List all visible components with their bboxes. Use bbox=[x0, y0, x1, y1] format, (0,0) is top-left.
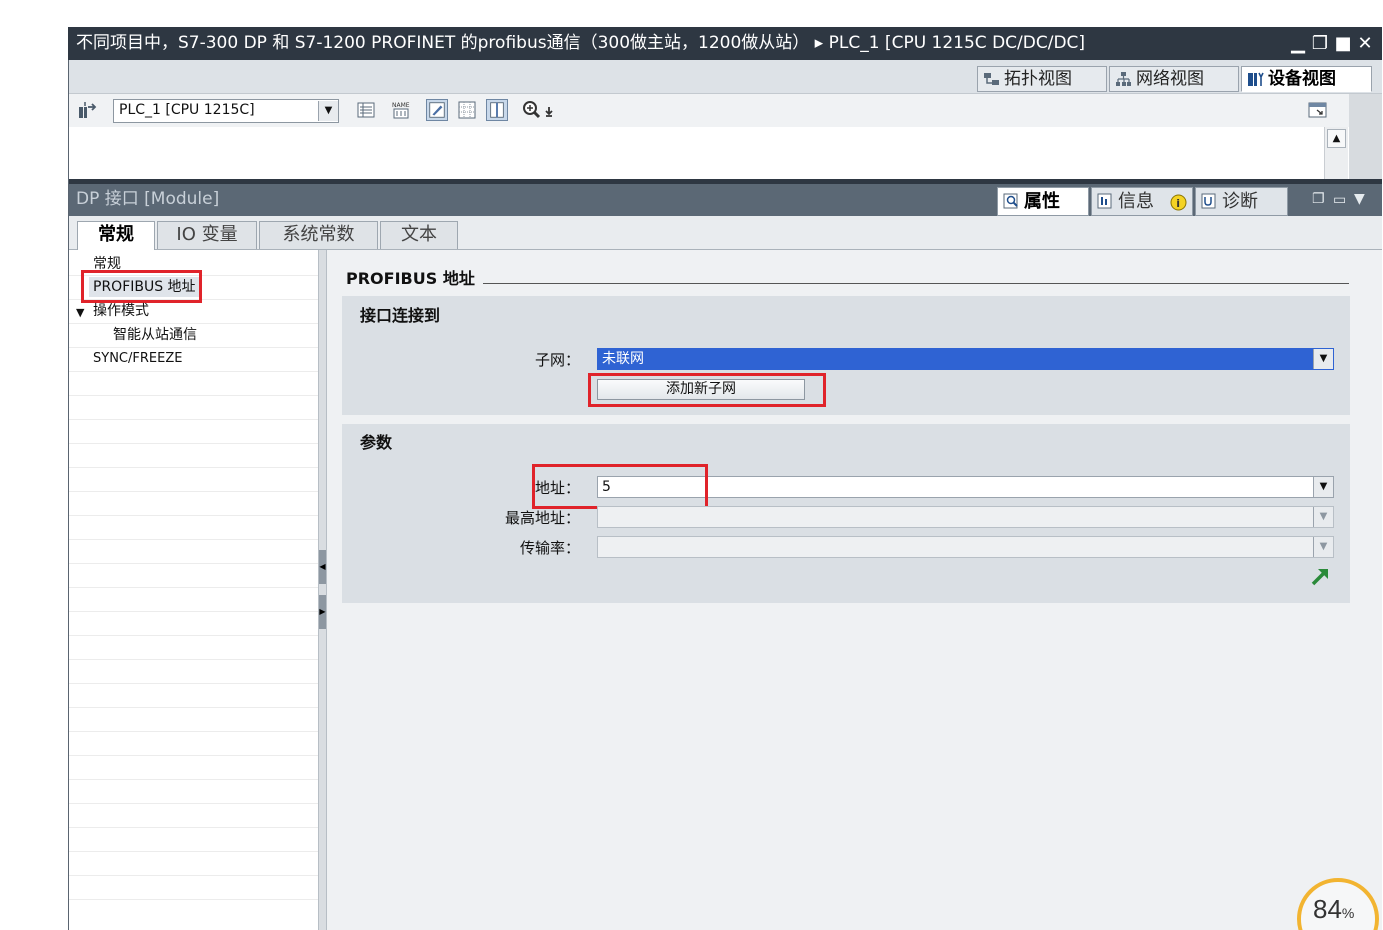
scroll-up-icon[interactable]: ▲ bbox=[1327, 129, 1346, 148]
svg-text:NAME: NAME bbox=[392, 102, 410, 109]
baud-rate-field: ▼ bbox=[597, 536, 1334, 558]
draw-edit-icon[interactable] bbox=[426, 99, 448, 121]
tab-info-label: 信息 bbox=[1118, 191, 1154, 212]
tab-network-label: 网络视图 bbox=[1136, 69, 1204, 89]
tab-device-view[interactable]: 设备视图 bbox=[1241, 66, 1372, 92]
subtab-general[interactable]: 常规 bbox=[77, 221, 155, 251]
svg-text:i: i bbox=[1176, 197, 1180, 210]
device-overview-icon[interactable] bbox=[355, 99, 377, 121]
device-change-icon[interactable] bbox=[76, 99, 98, 121]
collapse-pane-icon[interactable]: ▼ bbox=[1354, 188, 1374, 210]
restore-icon[interactable]: ❐ bbox=[1309, 27, 1331, 60]
window-title: 不同项目中，S7-300 DP 和 S7-1200 PROFINET 的prof… bbox=[68, 27, 1382, 60]
close-icon[interactable]: ✕ bbox=[1354, 27, 1376, 60]
device-view-icon bbox=[1248, 72, 1264, 86]
minimize-icon[interactable]: ▁ bbox=[1287, 27, 1309, 60]
float-icon[interactable]: ❐ bbox=[1312, 188, 1330, 210]
chevron-down-icon[interactable]: ▼ bbox=[1313, 349, 1333, 369]
highlight-add-subnet bbox=[588, 373, 826, 407]
tab-device-label: 设备视图 bbox=[1268, 69, 1336, 89]
nav-item-i-slave-comm[interactable]: 智能从站通信 bbox=[113, 325, 197, 345]
zoom-value: 84 bbox=[1313, 894, 1342, 924]
diagnostics-icon bbox=[1201, 193, 1216, 209]
chevron-down-icon[interactable]: ▼ bbox=[1313, 477, 1333, 497]
tab-diagnostics[interactable]: 诊断 bbox=[1195, 187, 1288, 216]
subnet-label: 子网： bbox=[534, 351, 580, 369]
baud-rate-label: 传输率： bbox=[519, 539, 580, 557]
tab-info[interactable]: 信息 i bbox=[1091, 187, 1193, 216]
right-dock-strip bbox=[1349, 94, 1382, 180]
tab-properties-label: 属性 bbox=[1024, 191, 1060, 212]
goto-arrow-icon[interactable] bbox=[1310, 565, 1332, 587]
subtab-system-constants[interactable]: 系统常数 bbox=[259, 221, 378, 249]
maximize-icon[interactable]: ■ bbox=[1332, 27, 1354, 60]
chevron-down-icon: ▼ bbox=[1313, 537, 1333, 557]
overview-panel-icon[interactable] bbox=[1307, 100, 1329, 120]
nav-item-operating-mode[interactable]: 操作模式 bbox=[93, 301, 149, 321]
parameters-section-title: 参数 bbox=[360, 433, 393, 452]
highest-address-label: 最高地址： bbox=[504, 509, 580, 527]
subnet-value: 未联网 bbox=[602, 351, 644, 367]
network-view-icon bbox=[1116, 72, 1131, 86]
collapse-left-icon[interactable]: ◀ bbox=[319, 550, 326, 584]
show-names-icon[interactable]: NAME bbox=[390, 99, 412, 121]
canvas-scrollbar[interactable]: ▲ bbox=[1324, 127, 1348, 179]
device-canvas[interactable] bbox=[69, 127, 1324, 179]
highest-address-field: ▼ bbox=[597, 506, 1334, 528]
device-select[interactable]: PLC_1 [CPU 1215C] ▼ bbox=[113, 99, 339, 123]
highlight-address bbox=[532, 464, 708, 509]
minimize-pane-icon[interactable]: ▭ bbox=[1333, 188, 1349, 210]
heading-rule bbox=[483, 283, 1349, 284]
highlight-profibus-address bbox=[81, 270, 202, 303]
expand-triangle-icon[interactable]: ▼ bbox=[76, 303, 84, 323]
expand-right-icon[interactable]: ▶ bbox=[319, 595, 326, 629]
device-select-value: PLC_1 [CPU 1215C] bbox=[119, 102, 255, 118]
zoom-badge[interactable]: 84% bbox=[1297, 878, 1379, 930]
interface-section-title: 接口连接到 bbox=[360, 306, 441, 325]
tab-properties[interactable]: 属性 bbox=[997, 187, 1089, 216]
chevron-down-icon[interactable]: ▼ bbox=[318, 101, 338, 121]
topology-view-icon bbox=[984, 73, 999, 85]
tab-network-view[interactable]: 网络视图 bbox=[1109, 66, 1239, 92]
subnet-select[interactable]: 未联网 ▼ bbox=[597, 348, 1334, 370]
chevron-down-icon: ▼ bbox=[1313, 507, 1333, 527]
tab-topology-view[interactable]: 拓扑视图 bbox=[977, 66, 1107, 92]
properties-icon bbox=[1003, 193, 1018, 209]
page-break-icon[interactable] bbox=[486, 99, 508, 121]
info-badge-icon: i bbox=[1170, 194, 1187, 211]
nav-item-sync-freeze[interactable]: SYNC/FREEZE bbox=[93, 349, 182, 369]
nav-splitter[interactable]: ◀ ▶ bbox=[318, 250, 327, 930]
page-title: PROFIBUS 地址 bbox=[346, 269, 475, 288]
info-tab-icon bbox=[1097, 193, 1112, 209]
zoom-unit: % bbox=[1341, 905, 1355, 921]
subtab-texts[interactable]: 文本 bbox=[380, 221, 458, 249]
tab-diagnostics-label: 诊断 bbox=[1222, 191, 1258, 212]
subtab-io-tags[interactable]: IO 变量 bbox=[157, 221, 257, 249]
grid-icon[interactable] bbox=[456, 99, 478, 121]
tab-topology-label: 拓扑视图 bbox=[1004, 69, 1072, 89]
zoom-icon[interactable] bbox=[520, 99, 560, 121]
